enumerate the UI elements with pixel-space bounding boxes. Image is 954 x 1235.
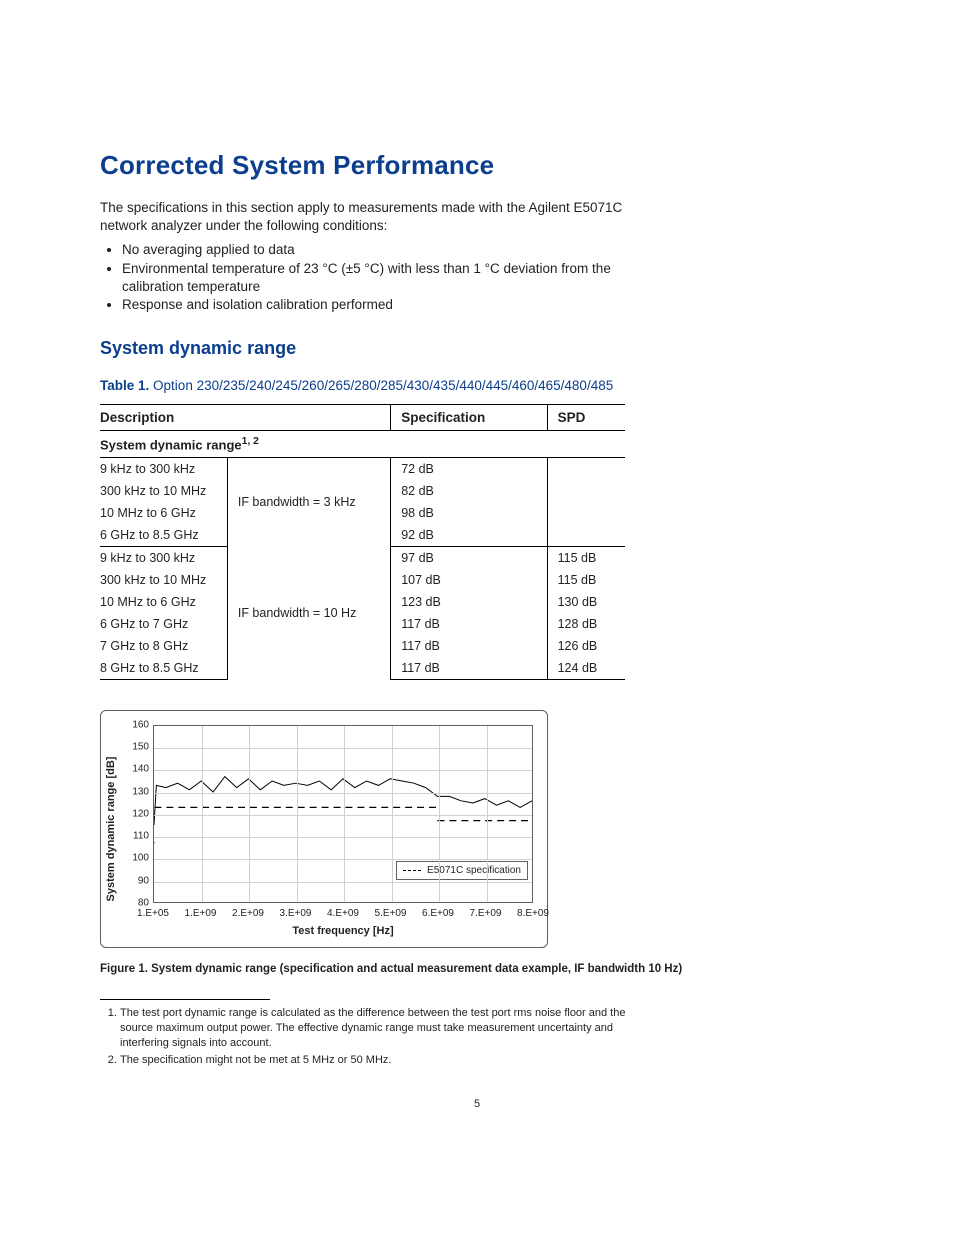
footnote-separator bbox=[100, 999, 270, 1000]
table-cell: 9 kHz to 300 kHz bbox=[100, 457, 227, 480]
chart-plot-area: E5071C specification bbox=[153, 725, 533, 903]
table-cell bbox=[547, 480, 625, 502]
chart-ytick: 100 bbox=[101, 853, 149, 864]
subheader-row: System dynamic range1, 2 bbox=[100, 430, 625, 457]
table-cell: 126 dB bbox=[547, 635, 625, 657]
chart-xtick: 3.E+09 bbox=[280, 908, 312, 919]
table-cell bbox=[547, 502, 625, 524]
table-cell: 6 GHz to 8.5 GHz bbox=[100, 524, 227, 547]
table-cell: 130 dB bbox=[547, 591, 625, 613]
col-spd: SPD bbox=[547, 404, 625, 430]
table-cell: 300 kHz to 10 MHz bbox=[100, 569, 227, 591]
chart-ytick: 160 bbox=[101, 719, 149, 730]
table-label: Table 1. bbox=[100, 378, 149, 393]
chart-ytick: 90 bbox=[101, 875, 149, 886]
table-cell: 10 MHz to 6 GHz bbox=[100, 502, 227, 524]
chart-ytick: 150 bbox=[101, 742, 149, 753]
chart-xtick: 8.E+09 bbox=[517, 908, 549, 919]
chart-caption: Figure 1. System dynamic range (specific… bbox=[100, 962, 854, 978]
chart-ytick: 80 bbox=[101, 897, 149, 908]
section-title: Corrected System Performance bbox=[100, 150, 854, 181]
chart-figure: System dynamic range [dB] Test frequency… bbox=[100, 710, 854, 978]
table-cell: 128 dB bbox=[547, 613, 625, 635]
legend-text: E5071C specification bbox=[427, 865, 521, 876]
chart-ytick: 120 bbox=[101, 808, 149, 819]
col-specification: Specification bbox=[391, 404, 547, 430]
table-cell: 97 dB bbox=[391, 546, 547, 569]
chart-xtick: 1.E+09 bbox=[185, 908, 217, 919]
table-caption-text: Option 230/235/240/245/260/265/280/285/4… bbox=[153, 378, 613, 393]
bandwidth-cell: IF bandwidth = 10 Hz bbox=[227, 546, 390, 679]
subsection-title: System dynamic range bbox=[100, 338, 854, 359]
table-cell: 72 dB bbox=[391, 457, 547, 480]
spec-table: Description Specification SPD System dyn… bbox=[100, 404, 625, 680]
table-cell: 7 GHz to 8 GHz bbox=[100, 635, 227, 657]
table-cell: 117 dB bbox=[391, 613, 547, 635]
chart-xlabel: Test frequency [Hz] bbox=[153, 925, 533, 937]
chart-xtick: 6.E+09 bbox=[422, 908, 454, 919]
conditions-list: No averaging applied to data Environment… bbox=[108, 241, 652, 314]
footnote: The specification might not be met at 5 … bbox=[120, 1053, 650, 1068]
table-cell: 8 GHz to 8.5 GHz bbox=[100, 657, 227, 680]
col-description: Description bbox=[100, 404, 391, 430]
intro-text: The specifications in this section apply… bbox=[100, 199, 630, 235]
table-cell: 10 MHz to 6 GHz bbox=[100, 591, 227, 613]
chart-xtick: 1.E+05 bbox=[137, 908, 169, 919]
table-cell: 115 dB bbox=[547, 569, 625, 591]
table-cell bbox=[547, 524, 625, 547]
chart-xtick: 4.E+09 bbox=[327, 908, 359, 919]
legend-swatch-icon bbox=[403, 870, 421, 871]
table-cell: 117 dB bbox=[391, 657, 547, 680]
footnotes: The test port dynamic range is calculate… bbox=[100, 1006, 650, 1067]
table-cell: 115 dB bbox=[547, 546, 625, 569]
list-item: No averaging applied to data bbox=[122, 241, 652, 259]
table-cell: 92 dB bbox=[391, 524, 547, 547]
table-cell: 123 dB bbox=[391, 591, 547, 613]
table-cell: 82 dB bbox=[391, 480, 547, 502]
table-cell: 98 dB bbox=[391, 502, 547, 524]
chart-ytick: 110 bbox=[101, 831, 149, 842]
table-cell: 9 kHz to 300 kHz bbox=[100, 546, 227, 569]
list-item: Environmental temperature of 23 °C (±5 °… bbox=[122, 260, 652, 296]
footnote: The test port dynamic range is calculate… bbox=[120, 1006, 650, 1051]
bandwidth-cell: IF bandwidth = 3 kHz bbox=[227, 457, 390, 546]
table-cell: 300 kHz to 10 MHz bbox=[100, 480, 227, 502]
page-number: 5 bbox=[100, 1098, 854, 1110]
chart-legend: E5071C specification bbox=[396, 861, 528, 880]
table-cell bbox=[547, 457, 625, 480]
table-cell: 124 dB bbox=[547, 657, 625, 680]
chart-xtick: 5.E+09 bbox=[375, 908, 407, 919]
chart-xtick: 2.E+09 bbox=[232, 908, 264, 919]
table-caption: Table 1. Option 230/235/240/245/260/265/… bbox=[100, 377, 640, 395]
chart-xtick: 7.E+09 bbox=[470, 908, 502, 919]
table-cell: 6 GHz to 7 GHz bbox=[100, 613, 227, 635]
subheader-sup: 1, 2 bbox=[242, 436, 259, 447]
table-cell: 117 dB bbox=[391, 635, 547, 657]
list-item: Response and isolation calibration perfo… bbox=[122, 296, 652, 314]
table-cell: 107 dB bbox=[391, 569, 547, 591]
chart-ytick: 140 bbox=[101, 764, 149, 775]
chart-box: System dynamic range [dB] Test frequency… bbox=[100, 710, 548, 948]
chart-ytick: 130 bbox=[101, 786, 149, 797]
subheader-text: System dynamic range bbox=[100, 437, 242, 452]
